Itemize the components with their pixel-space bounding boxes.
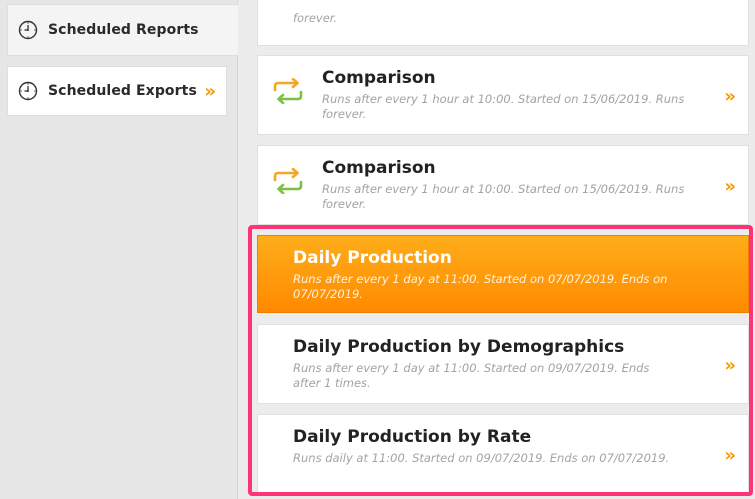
chevron-right-icon: » (724, 445, 736, 466)
report-description: forever. (293, 11, 338, 25)
chevron-right-icon: » (724, 176, 736, 197)
clock-icon (18, 81, 38, 101)
report-title: Daily Production by Rate (293, 427, 532, 447)
report-title: Daily Production by Demographics (293, 337, 625, 357)
report-card[interactable]: Comparison Runs after every 1 hour at 10… (257, 145, 749, 225)
report-card[interactable]: forever. (257, 0, 749, 46)
repeat-icon (273, 78, 303, 104)
report-description: Runs after every 1 day at 11:00. Started… (293, 272, 668, 301)
sidebar-item-label: Scheduled Reports (48, 22, 199, 38)
clock-icon (18, 20, 38, 40)
report-description: Runs after every 1 hour at 10:00. Starte… (322, 182, 685, 211)
repeat-icon (273, 168, 303, 194)
report-card[interactable]: Daily Production by Demographics Runs af… (257, 324, 749, 404)
report-card[interactable]: Daily Production by Rate Runs daily at 1… (257, 414, 749, 496)
sidebar: Scheduled Reports Scheduled Exports » (0, 0, 238, 499)
report-card-selected[interactable]: Daily Production Runs after every 1 day … (257, 235, 749, 313)
report-title: Daily Production (293, 248, 452, 268)
chevron-right-icon: » (204, 81, 216, 102)
report-card[interactable]: Comparison Runs after every 1 hour at 10… (257, 55, 749, 135)
report-description: Runs daily at 11:00. Started on 09/07/20… (293, 451, 670, 465)
sidebar-item-scheduled-reports[interactable]: Scheduled Reports (7, 4, 238, 56)
report-title: Comparison (322, 68, 436, 88)
chevron-right-icon: » (724, 86, 736, 107)
report-title: Comparison (322, 158, 436, 178)
report-description: Runs after every 1 hour at 10:00. Starte… (322, 92, 685, 121)
report-description: Runs after every 1 day at 11:00. Started… (293, 361, 650, 390)
sidebar-item-label: Scheduled Exports (48, 83, 197, 99)
report-list: forever. Comparison Runs after every 1 h… (238, 0, 755, 499)
sidebar-item-scheduled-exports[interactable]: Scheduled Exports » (7, 66, 227, 116)
chevron-right-icon: » (724, 355, 736, 376)
